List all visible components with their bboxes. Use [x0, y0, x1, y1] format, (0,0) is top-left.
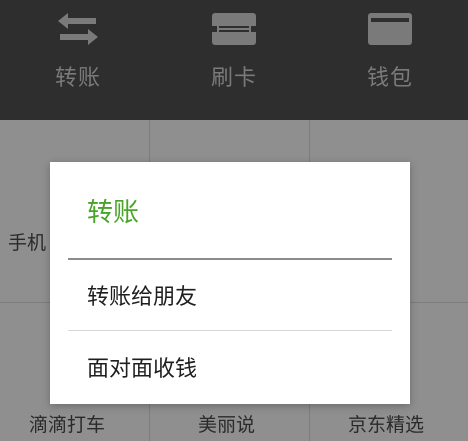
top-item-label: 刷卡 — [210, 66, 257, 91]
dialog-option-divider — [68, 330, 392, 331]
top-item-wallet[interactable]: 钱包 — [312, 0, 468, 120]
top-bar: 转账 刷卡 钱包 — [0, 0, 468, 120]
face-to-face-receive-option[interactable]: 面对面收钱 — [68, 332, 392, 402]
grid-item-jd[interactable]: 京东精选 — [348, 410, 424, 437]
grid-item-phone[interactable]: 手机 — [8, 228, 46, 255]
transfer-dialog: 转账 转账给朋友 面对面收钱 — [50, 162, 410, 404]
dialog-title: 转账 — [87, 198, 140, 228]
option-label: 面对面收钱 — [87, 357, 198, 382]
card-swipe-icon — [211, 10, 257, 48]
top-item-label: 转账 — [54, 66, 101, 91]
grid-item-meilishuo[interactable]: 美丽说 — [198, 410, 255, 437]
grid-item-didi[interactable]: 滴滴打车 — [29, 410, 105, 437]
top-item-transfer[interactable]: 转账 — [0, 0, 156, 120]
transfer-to-friend-option[interactable]: 转账给朋友 — [68, 260, 392, 330]
top-item-label: 钱包 — [366, 66, 413, 91]
option-label: 转账给朋友 — [87, 285, 198, 310]
top-item-card-swipe[interactable]: 刷卡 — [156, 0, 312, 120]
wallet-icon — [367, 10, 413, 48]
transfer-arrows-icon — [55, 10, 101, 48]
